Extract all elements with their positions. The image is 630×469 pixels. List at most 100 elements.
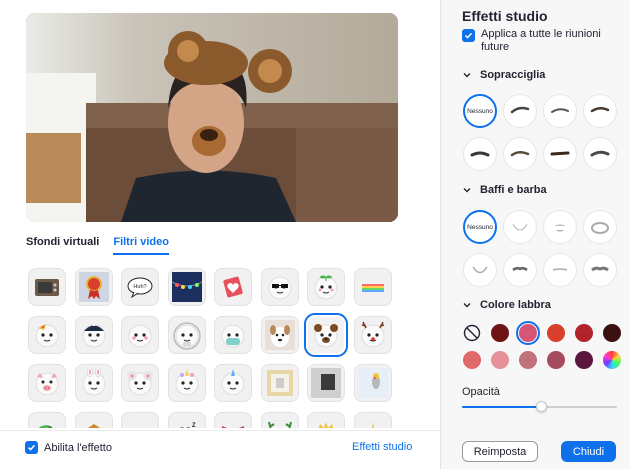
eyebrow-option-none[interactable]: Nessuno [463, 94, 497, 128]
slider-fill [462, 406, 542, 408]
cap-face-icon [79, 320, 109, 350]
eyebrow-option[interactable] [583, 94, 617, 128]
filter-sleep-zzz[interactable]: z zZ [167, 412, 206, 428]
eyebrow-style-icon [507, 100, 533, 122]
slider-thumb[interactable] [536, 401, 548, 412]
opacity-slider[interactable] [462, 401, 617, 412]
filter-astronaut-face[interactable] [167, 316, 206, 354]
enable-effect-checkbox[interactable] [25, 441, 38, 454]
filter-parrot[interactable] [353, 364, 392, 402]
eyebrow-option[interactable] [503, 137, 537, 171]
filter-dog-face[interactable] [260, 316, 299, 354]
beard-none-label: Nessuno [467, 223, 493, 231]
lip-color-swatch[interactable] [547, 324, 565, 342]
filter-award-ribbon[interactable] [74, 268, 113, 306]
filter-reindeer-face[interactable] [353, 316, 392, 354]
lip-color-swatch[interactable] [491, 351, 509, 369]
beard-option[interactable] [543, 210, 577, 244]
beard-option[interactable] [503, 253, 537, 287]
eyebrow-option[interactable] [463, 137, 497, 171]
filter-string-lights[interactable] [167, 268, 206, 306]
filter-cap-face[interactable] [74, 316, 113, 354]
checkmark-icon [27, 444, 36, 451]
lip-color-swatch[interactable] [519, 351, 537, 369]
filter-crown[interactable] [307, 412, 345, 428]
eyebrow-style-icon [467, 143, 493, 165]
filter-bow-tie[interactable] [214, 412, 252, 428]
beard-style-icon [587, 259, 613, 281]
eyebrows-section-header[interactable]: Sopracciglia [463, 69, 545, 81]
lip-color-swatch[interactable] [575, 351, 593, 369]
filter-speech-bubble[interactable]: Huh? [121, 268, 159, 306]
close-button[interactable]: Chiudi [561, 441, 616, 462]
lip-color-swatch[interactable] [603, 324, 621, 342]
sleep-zzz-icon: z zZ [172, 416, 202, 428]
filter-pizza-face[interactable] [28, 316, 66, 354]
tab-video-filters[interactable]: Filtri video [113, 236, 169, 255]
lip-color-swatch[interactable] [547, 351, 565, 369]
filter-heart-sticker[interactable] [214, 268, 252, 306]
tab-virtual-backgrounds[interactable]: Sfondi virtuali [26, 236, 99, 255]
filter-hat[interactable] [74, 412, 113, 428]
eyebrow-none-label: Nessuno [467, 107, 493, 115]
studio-effects-link[interactable]: Effetti studio [352, 441, 412, 453]
studio-effects-panel: Effetti studio Applica a tutte le riunio… [440, 0, 630, 469]
beard-style-icon [507, 259, 533, 281]
camera-feed-image [26, 13, 398, 222]
filter-sparkle[interactable] [353, 412, 392, 428]
filter-sprout-face[interactable] [307, 268, 345, 306]
filter-pig-face[interactable] [28, 364, 66, 402]
filter-dark-frame[interactable] [307, 364, 345, 402]
beard-section-header[interactable]: Baffi e barba [463, 184, 547, 196]
beard-option[interactable] [463, 253, 497, 287]
filter-mask-face[interactable] [214, 316, 252, 354]
filter-unicorn-horn-face[interactable] [214, 364, 252, 402]
antlers-icon [265, 416, 295, 428]
filter-mouse-face[interactable] [121, 364, 159, 402]
eyebrow-option[interactable] [543, 94, 577, 128]
lip-color-none[interactable] [463, 324, 481, 342]
lip-color-swatch[interactable] [516, 321, 540, 345]
filter-sunglasses-face[interactable] [260, 268, 299, 306]
lips-section-header[interactable]: Colore labbra [463, 299, 551, 311]
filter-chef-hat[interactable] [121, 412, 159, 428]
lip-color-swatch[interactable] [463, 351, 481, 369]
beard-option[interactable] [583, 253, 617, 287]
eyebrow-option[interactable] [583, 137, 617, 171]
lip-color-swatch[interactable] [491, 324, 509, 342]
lip-color-options [463, 321, 621, 369]
filter-photo-frame[interactable] [260, 364, 299, 402]
dark-frame-icon [311, 368, 341, 398]
beard-option-none[interactable]: Nessuno [463, 210, 497, 244]
lip-color-swatch[interactable] [575, 324, 593, 342]
filter-bear-face[interactable] [304, 313, 348, 357]
beard-style-icon [507, 216, 533, 238]
apply-all-row[interactable]: Applica a tutte le riunioni future [462, 28, 601, 54]
filter-leaf[interactable] [28, 412, 66, 428]
filter-bunny-face[interactable] [74, 364, 113, 402]
eyebrow-option[interactable] [503, 94, 537, 128]
filter-tv-frame[interactable] [28, 268, 66, 306]
speech-bubble-icon: Huh? [125, 272, 155, 302]
apply-all-label: Applica a tutte le riunioni future [481, 28, 601, 53]
beard-option[interactable] [583, 210, 617, 244]
blush-face-icon [125, 320, 155, 350]
filter-unicorn-face[interactable] [167, 364, 206, 402]
sparkle-icon [358, 416, 388, 428]
unicorn-face-icon [172, 368, 202, 398]
chevron-down-icon [463, 73, 471, 78]
enable-effect-label: Abilita l'effetto [44, 441, 112, 454]
checkmark-icon [464, 32, 473, 39]
eyebrow-option[interactable] [543, 137, 577, 171]
reset-button[interactable]: Reimposta [462, 441, 538, 462]
filter-rainbow[interactable] [353, 268, 392, 306]
filter-blush-face[interactable] [121, 316, 159, 354]
beard-option[interactable] [503, 210, 537, 244]
lip-color-custom[interactable] [603, 351, 621, 369]
no-color-icon [463, 324, 481, 342]
heart-sticker-icon [218, 272, 248, 302]
beard-option[interactable] [543, 253, 577, 287]
filter-antlers[interactable] [260, 412, 299, 428]
apply-all-checkbox[interactable] [462, 29, 475, 42]
enable-effect-row[interactable]: Abilita l'effetto [25, 441, 112, 454]
